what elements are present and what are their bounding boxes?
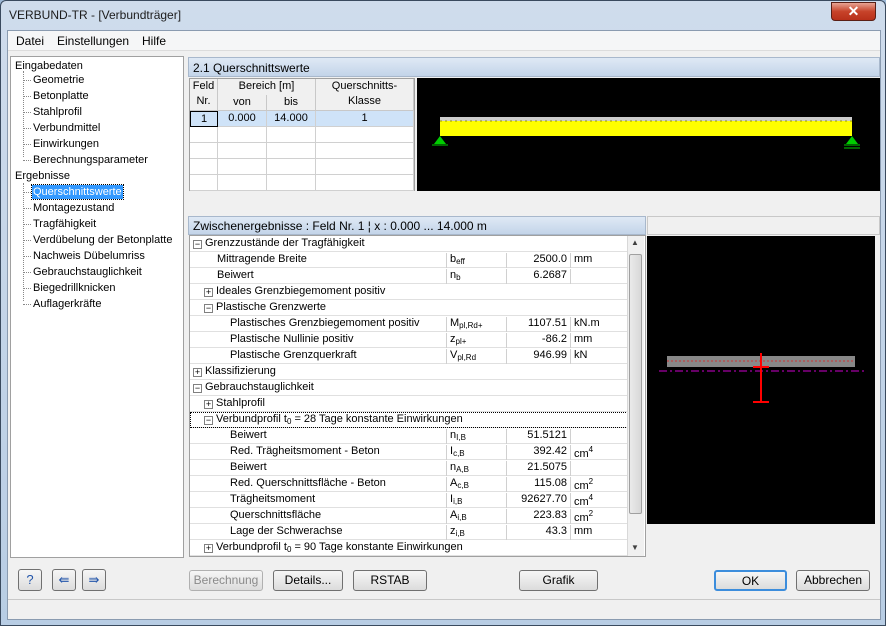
result-row: Trägheitsmoment Ii,B 92627.70 cm4 [190, 492, 628, 508]
status-bar [8, 599, 880, 619]
tree-item-montagezustand[interactable]: Montagezustand [33, 201, 114, 215]
result-row: Lage der Schwerachse zi,B 43.3 mm [190, 524, 628, 540]
tree-item-biegedrillknicken[interactable]: Biegedrillknicken [33, 281, 116, 295]
beam-svg [432, 117, 860, 149]
result-row: Plastische Nullinie positiv zpl+ -86.2 mm [190, 332, 628, 348]
tree-item-querschnittswerte[interactable]: Querschnittswerte [31, 184, 124, 200]
result-row: Plastisches Grenzbiegemoment positiv Mpl,… [190, 316, 628, 332]
help-button[interactable]: ? [18, 569, 42, 591]
expand-icon[interactable]: + [204, 400, 213, 409]
scroll-up-icon[interactable]: ▲ [631, 238, 639, 247]
ok-button[interactable]: OK [714, 570, 787, 591]
title-bar: VERBUND-TR - [Verbundträger] ✕ [1, 1, 885, 29]
results-grid: − Grenzzustände der Tragfähigkeit Mittrag… [189, 235, 646, 557]
close-icon: ✕ [847, 3, 860, 19]
result-row: Beiwert nb 6.2687 [190, 268, 628, 284]
col-header-feld: Feld Nr. [190, 79, 218, 111]
grafik-button[interactable]: Grafik [519, 570, 598, 591]
support-right-icon [846, 136, 858, 144]
menu-hilfe[interactable]: Hilfe [142, 34, 166, 48]
scroll-down-icon[interactable]: ▼ [631, 543, 639, 552]
group-verbundprofil-90[interactable]: + Verbundprofil t0 = 90 Tage konstante Ei… [190, 540, 628, 556]
result-row: Plastische Grenzquerkraft Vpl,Rd 946.99 kN [190, 348, 628, 364]
collapse-icon[interactable]: − [193, 384, 202, 393]
col-header-bereich: Bereich [m] [218, 79, 316, 95]
beam-graphic[interactable] [417, 78, 880, 191]
export-icon: ⇛ [88, 572, 100, 587]
berechnung-button[interactable]: Berechnung [189, 570, 263, 591]
col-header-bis: bis [267, 95, 316, 111]
menu-bar: Datei Einstellungen Hilfe [8, 31, 880, 51]
table-row-selected[interactable]: 1 0.000 14.000 1 [190, 111, 414, 127]
col-header-von: von [218, 95, 267, 111]
tree-item-betonplatte[interactable]: Betonplatte [33, 89, 89, 103]
beam-slab [440, 117, 852, 121]
cell-bis[interactable]: 14.000 [267, 111, 316, 127]
beam-girder [440, 121, 852, 136]
result-row: Red. Querschnittsfläche - Beton Ac,B 115.0… [190, 476, 628, 492]
section-svg [659, 353, 867, 403]
tree-header-ergebnisse[interactable]: Ergebnisse [15, 169, 70, 183]
tree-item-gebrauchstauglichkeit[interactable]: Gebrauchstauglichkeit [33, 265, 142, 279]
interim-header: Zwischenergebnisse : Feld Nr. 1 ¦ x : 0.… [188, 216, 646, 235]
expand-icon[interactable]: + [204, 288, 213, 297]
col-header-klasse: Querschnitts- Klasse [316, 79, 414, 111]
client-area: Datei Einstellungen Hilfe Eingabedaten G… [7, 30, 881, 620]
support-left-icon [434, 136, 446, 144]
section-title: 2.1 Querschnittswerte [188, 57, 880, 77]
menu-datei[interactable]: Datei [16, 34, 44, 48]
tree-item-einwirkungen[interactable]: Einwirkungen [33, 137, 99, 151]
tree-item-verbundmittel[interactable]: Verbundmittel [33, 121, 100, 135]
help-icon: ? [26, 572, 34, 587]
export-button[interactable]: ⇛ [82, 569, 106, 591]
tree-item-nachweis-duebelumriss[interactable]: Nachweis Dübelumriss [33, 249, 145, 263]
tree-item-auflagerkraefte[interactable]: Auflagerkräfte [33, 297, 101, 311]
scroll-thumb[interactable] [629, 254, 642, 514]
group-verbundprofil-28[interactable]: − Verbundprofil t0 = 28 Tage konstante Ei… [190, 412, 628, 428]
close-button[interactable]: ✕ [831, 2, 876, 21]
group-gebrauchstauglichkeit[interactable]: − Gebrauchstauglichkeit [190, 380, 628, 396]
group-ideales-grenzbiegemoment[interactable]: + Ideales Grenzbiegemoment positiv [190, 284, 628, 300]
cross-section-graphic[interactable] [647, 236, 875, 524]
details-button[interactable]: Details... [273, 570, 343, 591]
result-row: Red. Trägheitsmoment - Beton Ic,B 392.42 cm… [190, 444, 628, 460]
group-grenzzustaende[interactable]: − Grenzzustände der Tragfähigkeit [190, 236, 628, 252]
section-title-text: 2.1 Querschnittswerte [193, 61, 310, 75]
tree-header-eingabedaten[interactable]: Eingabedaten [15, 59, 83, 73]
abbrechen-button[interactable]: Abbrechen [796, 570, 870, 591]
result-row: Mittragende Breite beff 2500.0 mm [190, 252, 628, 268]
cell-feld-nr[interactable]: 1 [190, 111, 218, 127]
window-title: VERBUND-TR - [Verbundträger] [9, 8, 182, 22]
expand-icon[interactable]: + [204, 544, 213, 553]
group-plastische-grenzwerte[interactable]: − Plastische Grenzwerte [190, 300, 628, 316]
graphic-header [647, 216, 880, 235]
result-row: Beiwert nA,B 21.5075 [190, 460, 628, 476]
collapse-icon[interactable]: − [193, 240, 202, 249]
import-button[interactable]: ⇚ [52, 569, 76, 591]
feld-table: Feld Nr. Bereich [m] von bis Querschnitts… [189, 78, 415, 191]
main-window: VERBUND-TR - [Verbundträger] ✕ Datei Ein… [0, 0, 886, 626]
cell-von[interactable]: 0.000 [218, 111, 267, 127]
menu-einstellungen[interactable]: Einstellungen [57, 34, 129, 48]
tree-item-stahlprofil[interactable]: Stahlprofil [33, 105, 82, 119]
expand-icon[interactable]: + [193, 368, 202, 377]
collapse-icon[interactable]: − [204, 304, 213, 313]
tree-item-verduebelung[interactable]: Verdübelung der Betonplatte [33, 233, 172, 247]
result-row: Querschnittsfläche Ai,B 223.83 cm2 [190, 508, 628, 524]
group-stahlprofil[interactable]: + Stahlprofil [190, 396, 628, 412]
interim-title: Zwischenergebnisse : Feld Nr. 1 ¦ x : 0.… [193, 219, 487, 233]
result-row: Beiwert nI,B 51.5121 [190, 428, 628, 444]
tree-item-geometrie[interactable]: Geometrie [33, 73, 84, 87]
collapse-icon[interactable]: − [204, 416, 213, 425]
tree-item-tragfaehigkeit[interactable]: Tragfähigkeit [33, 217, 96, 231]
tree-item-berechnungsparameter[interactable]: Berechnungsparameter [33, 153, 148, 167]
cell-klasse[interactable]: 1 [316, 111, 414, 127]
group-klassifizierung[interactable]: + Klassifizierung [190, 364, 628, 380]
import-icon: ⇚ [58, 572, 70, 587]
rstab-button[interactable]: RSTAB [353, 570, 427, 591]
navigator-tree: Eingabedaten Geometrie Betonplatte Stahl… [10, 56, 184, 558]
